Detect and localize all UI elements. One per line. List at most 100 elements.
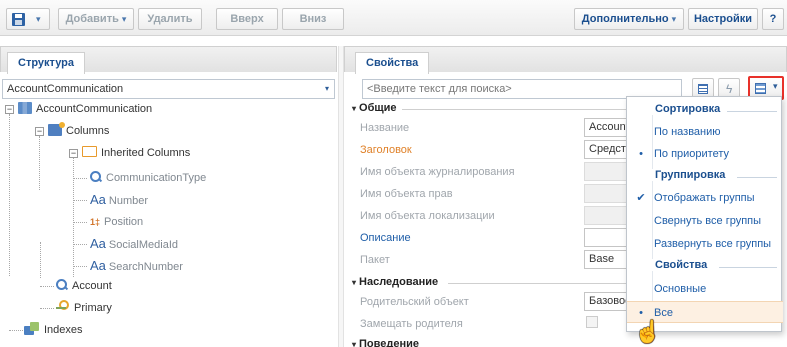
section-title: Поведение <box>359 338 419 347</box>
save-button[interactable]: ▾ <box>6 8 50 30</box>
replace-parent-checkbox[interactable] <box>586 316 598 328</box>
help-button[interactable]: ? <box>762 8 784 30</box>
menu-item-sort-by-priority[interactable]: • По приоритету <box>627 143 783 165</box>
chevron-down-icon: ▾ <box>773 81 778 91</box>
menu-header-label: Сортировка <box>652 103 724 115</box>
more-button-label: Дополнительно <box>581 13 669 25</box>
menu-item-sort-by-name[interactable]: По названию <box>627 121 783 143</box>
radio-selected-icon: • <box>639 148 643 160</box>
text-type-icon: Aa <box>90 192 106 207</box>
section-inheritance[interactable]: ▾ Наследование <box>352 276 438 288</box>
menu-header-properties: Свойства <box>627 257 783 275</box>
tree-line <box>73 244 87 245</box>
tree-node-social-media-id[interactable]: Aa SocialMediaId <box>90 235 178 253</box>
tree-node-label: CommunicationType <box>106 172 207 184</box>
object-selector-value: AccountCommunication <box>7 83 124 95</box>
collapse-toggle[interactable]: − <box>5 105 14 114</box>
tree-node-root[interactable]: AccountCommunication <box>18 100 152 118</box>
prop-label: Родительский объект <box>360 296 469 308</box>
prop-name-value[interactable]: AccountCo <box>584 118 632 137</box>
prop-caption-value[interactable]: Средство <box>584 140 632 159</box>
hand-cursor-icon: ☝ <box>634 319 662 344</box>
divider <box>402 109 632 110</box>
delete-button[interactable]: Удалить <box>138 8 202 30</box>
prop-description-value[interactable] <box>584 228 632 247</box>
tree-node-label: SearchNumber <box>108 261 183 273</box>
text-type-icon: Aa <box>90 258 106 273</box>
prop-label: Имя объекта журналирования <box>360 166 515 178</box>
settings-button-label: Настройки <box>693 13 753 25</box>
menu-item-label: Основные <box>654 283 707 295</box>
tree-line <box>9 114 10 276</box>
section-title: Общие <box>359 102 397 114</box>
section-behavior[interactable]: ▾ Поведение <box>352 338 419 347</box>
prop-label: Пакет <box>360 254 390 266</box>
tree-node-columns[interactable]: Columns <box>48 122 109 140</box>
tree-node-label: Number <box>108 195 149 207</box>
tree-node-account[interactable]: Account <box>56 277 112 295</box>
tree-node-label: SocialMediaId <box>108 239 178 251</box>
text-type-icon: Aa <box>90 236 106 251</box>
prop-journal-value[interactable] <box>584 162 632 181</box>
menu-item-show-groups[interactable]: ✔ Отображать группы <box>627 187 783 209</box>
tree-node-indexes[interactable]: Indexes <box>24 321 83 339</box>
menu-item-label: По названию <box>654 126 721 138</box>
view-options-menu: Сортировка По названию • По приоритету Г… <box>626 96 783 332</box>
columns-icon <box>48 122 65 136</box>
folder-icon <box>82 146 97 157</box>
menu-item-basic-properties[interactable]: Основные <box>627 278 783 300</box>
chevron-down-icon: ▾ <box>36 14 41 24</box>
prop-package-value[interactable]: Base <box>584 250 632 269</box>
search-placeholder: <Введите текст для поиска> <box>367 83 512 95</box>
menu-header-sorting: Сортировка <box>627 101 783 119</box>
tree-line <box>73 157 74 277</box>
lookup-icon <box>90 171 102 183</box>
move-up-label: Вверх <box>230 13 264 25</box>
more-button[interactable]: Дополнительно ▾ <box>574 8 684 30</box>
integer-type-icon: 1‡ <box>90 217 101 227</box>
tab-properties[interactable]: Свойства <box>355 52 430 74</box>
tree-node-search-number[interactable]: Aa SearchNumber <box>90 257 183 275</box>
collapse-icon: ▾ <box>352 278 357 287</box>
divider <box>737 177 777 178</box>
collapse-toggle[interactable]: − <box>69 149 78 158</box>
tree-node-position[interactable]: 1‡ Position <box>90 213 143 231</box>
prop-localization-value[interactable] <box>584 206 632 225</box>
tree-line <box>40 242 41 278</box>
minus-icon: − <box>36 126 43 136</box>
table-icon <box>18 102 32 114</box>
check-icon: ✔ <box>636 192 646 204</box>
tree-node-label: Account <box>72 280 112 292</box>
collapse-icon: ▾ <box>352 340 357 347</box>
tree-node-inherited-columns[interactable]: Inherited Columns <box>82 144 190 162</box>
prop-label: Название <box>360 122 410 134</box>
tree-node-communication-type[interactable]: CommunicationType <box>90 169 206 187</box>
section-general[interactable]: ▾ Общие <box>352 102 397 114</box>
tab-structure[interactable]: Структура <box>7 52 85 74</box>
prop-parent-value[interactable]: Базовое <box>584 292 632 311</box>
tree-line <box>9 330 23 331</box>
prop-label: Имя объекта локализации <box>360 210 495 222</box>
tree-node-label: Indexes <box>44 324 83 336</box>
menu-item-expand-all[interactable]: Развернуть все группы <box>627 233 783 255</box>
move-up-button[interactable]: Вверх <box>216 8 278 30</box>
divider <box>448 283 632 284</box>
move-down-label: Вниз <box>299 13 327 25</box>
tree-line <box>73 178 87 179</box>
menu-item-label: Отображать группы <box>654 192 755 204</box>
add-button[interactable]: Добавить ▾ <box>58 8 134 30</box>
menu-header-label: Свойства <box>652 259 711 271</box>
menu-item-collapse-all[interactable]: Свернуть все группы <box>627 210 783 232</box>
collapse-toggle[interactable]: − <box>35 127 44 136</box>
settings-button[interactable]: Настройки <box>688 8 758 30</box>
menu-header-grouping: Группировка <box>627 167 783 185</box>
move-down-button[interactable]: Вниз <box>282 8 344 30</box>
tree-line <box>39 136 40 190</box>
tree-node-number[interactable]: Aa Number <box>90 191 148 209</box>
object-selector[interactable]: AccountCommunication ▾ <box>2 79 335 99</box>
menu-item-label: Свернуть все группы <box>654 215 762 227</box>
primary-key-icon <box>56 300 70 313</box>
tree-node-primary[interactable]: Primary <box>56 299 112 317</box>
prop-rights-value[interactable] <box>584 184 632 203</box>
tree-node-label: Position <box>104 216 144 228</box>
